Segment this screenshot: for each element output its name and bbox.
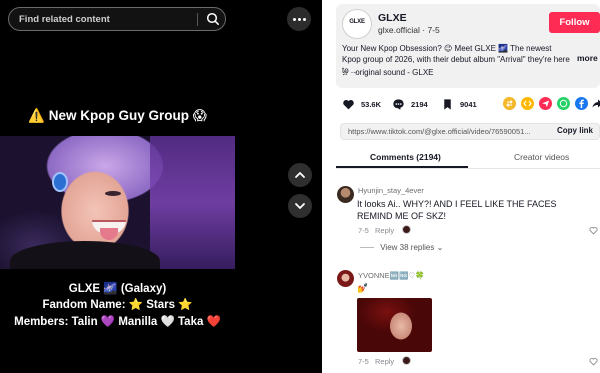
send-icon xyxy=(542,100,549,107)
caption-line: Members: Talin 💜 Manilla 🤍 Taka ❤️ xyxy=(14,316,221,328)
chevron-down-icon: ⌄ xyxy=(436,243,444,252)
chevron-down-icon xyxy=(295,203,305,209)
repost-icon xyxy=(506,100,513,107)
video-title: ⚠️ New Kpop Guy Group 😱 xyxy=(28,108,207,123)
person-shirt xyxy=(10,241,160,269)
tabs-divider xyxy=(336,168,600,169)
repost-button[interactable] xyxy=(503,97,516,110)
embed-button[interactable] xyxy=(521,97,534,110)
more-options-button[interactable] xyxy=(287,7,311,31)
like-button[interactable]: 53.6K xyxy=(342,96,381,112)
heart-outline-icon xyxy=(589,226,598,235)
search-button[interactable] xyxy=(205,11,221,27)
caption-line: GLXE 🌌 (Galaxy) xyxy=(68,283,167,295)
reply-button[interactable]: Reply xyxy=(375,357,394,366)
comment-username[interactable]: Hyunjin_stay_4ever xyxy=(358,186,424,195)
tab-comments[interactable]: Comments (2194) xyxy=(370,152,441,162)
video-frame xyxy=(0,136,235,269)
comment-button[interactable]: 2194 xyxy=(392,96,428,112)
comment-date: 7-5 xyxy=(358,357,369,366)
author-name[interactable]: GLXE xyxy=(378,12,407,24)
search-divider xyxy=(197,13,198,26)
previous-video-button[interactable] xyxy=(288,163,312,187)
author-meta: glxe.official · 7-5 xyxy=(378,25,440,35)
video-player[interactable]: ⚠️ New Kpop Guy Group 😱 GLXE 🌌 (Galaxy) … xyxy=(0,0,322,373)
comment-text: 💅 xyxy=(357,283,369,293)
view-replies-button[interactable]: View 38 replies ⌄ xyxy=(360,243,443,252)
comment-like-button[interactable] xyxy=(589,226,598,237)
more-dot-icon xyxy=(303,18,306,21)
video-link-url[interactable]: https://www.tiktok.com/@glxe.official/vi… xyxy=(348,127,546,136)
comment-icon xyxy=(393,98,404,110)
heart-icon xyxy=(343,99,354,109)
tongue xyxy=(100,228,118,240)
whatsapp-icon xyxy=(559,99,568,108)
music-note-icon: ♫ xyxy=(342,68,348,77)
bookmark-icon xyxy=(444,98,451,110)
like-count: 53.6K xyxy=(361,99,382,109)
embed-icon xyxy=(523,100,532,107)
meta-separator: · xyxy=(422,25,426,35)
whatsapp-button[interactable] xyxy=(557,97,570,110)
creator-liked-avatar xyxy=(402,356,411,365)
facebook-icon xyxy=(579,99,584,108)
share-arrow-icon xyxy=(592,99,600,108)
chevron-up-icon xyxy=(295,172,305,178)
send-to-friends-button[interactable] xyxy=(539,97,552,110)
search-bar xyxy=(8,7,226,31)
more-share-button[interactable] xyxy=(591,97,600,110)
video-link-box: https://www.tiktok.com/@glxe.official/vi… xyxy=(340,123,600,140)
tab-creator-videos[interactable]: Creator videos xyxy=(514,152,569,162)
comment-count: 2194 xyxy=(411,99,428,109)
author-avatar[interactable]: GLXE xyxy=(342,9,372,39)
commenter-avatar[interactable] xyxy=(337,270,354,287)
caption-line: Fandom Name: ⭐ Stars ⭐ xyxy=(42,299,193,311)
replies-dash xyxy=(360,247,374,249)
more-dot-icon xyxy=(298,18,301,21)
in-ear-monitor xyxy=(52,172,68,192)
sound-link[interactable]: ♫ original sound - GLXE xyxy=(342,68,434,77)
author-handle[interactable]: glxe.official xyxy=(378,25,420,35)
winking-eye xyxy=(105,191,121,196)
next-video-button[interactable] xyxy=(288,194,312,218)
facebook-button[interactable] xyxy=(575,97,588,110)
more-dot-icon xyxy=(293,18,296,21)
description-more-button[interactable]: more xyxy=(577,53,598,63)
creator-liked-avatar xyxy=(402,225,411,234)
sound-label: original sound - GLXE xyxy=(355,68,434,77)
search-icon xyxy=(206,12,219,25)
search-input[interactable] xyxy=(19,12,189,27)
heart-outline-icon xyxy=(589,357,598,366)
save-button[interactable]: 9041 xyxy=(441,96,477,112)
post-date: 7-5 xyxy=(427,25,440,35)
save-count: 9041 xyxy=(460,99,477,109)
avatar-logo-text: GLXE xyxy=(349,19,365,25)
comment-username[interactable]: YVONNE🆖🆖♡🍀 xyxy=(358,271,424,280)
stage-light xyxy=(150,136,235,269)
reply-button[interactable]: Reply xyxy=(375,226,394,235)
comment-text: It looks Ai.. WHY?! AND I FEEL LIKE THE … xyxy=(357,199,557,221)
commenter-avatar[interactable] xyxy=(337,186,354,203)
view-replies-label: View 38 replies xyxy=(380,243,435,252)
comment-date: 7-5 xyxy=(358,226,369,235)
comment-like-button[interactable] xyxy=(589,357,598,368)
copy-link-button[interactable]: Copy link xyxy=(557,126,593,135)
comment-image[interactable] xyxy=(357,298,432,352)
follow-button[interactable]: Follow xyxy=(549,12,600,33)
